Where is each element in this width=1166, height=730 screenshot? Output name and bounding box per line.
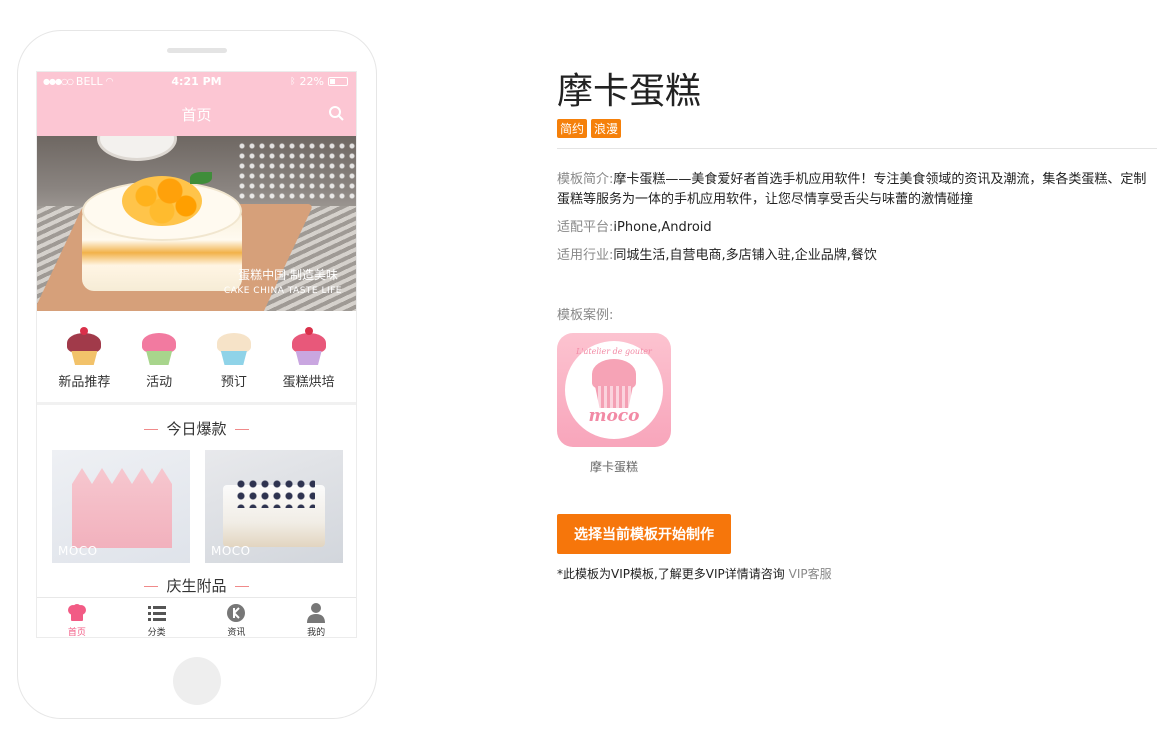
tab-news[interactable]: 资讯 — [197, 598, 277, 638]
product-card[interactable]: MOCO — [52, 450, 190, 563]
section-title-hot: 今日爆款 — [37, 418, 356, 439]
phone-mockup: ●●●○○ BELL ◠ 4:21 PM ᛒ 22% 首页 蛋糕中国·制造美味 … — [17, 30, 377, 719]
category-grid: 新品推荐 活动 预订 蛋糕烘培 — [37, 311, 356, 405]
logo-text: moco — [588, 406, 640, 426]
logo-arc-text: L'atelier de gouter — [576, 347, 652, 356]
cupcake-berry-icon — [291, 327, 326, 367]
template-title: 摩卡蛋糕 — [557, 71, 702, 112]
battery-icon — [328, 77, 348, 86]
battery-label: 22% — [299, 75, 324, 88]
tab-category[interactable]: 分类 — [117, 598, 197, 638]
tab-label: 资讯 — [227, 628, 246, 638]
case-name: 摩卡蛋糕 — [589, 460, 638, 474]
category-baking[interactable]: 蛋糕烘培 — [274, 311, 344, 402]
tag-badge: 浪漫 — [591, 119, 622, 138]
banner-caption-cn: 蛋糕中国·制造美味 — [238, 268, 338, 282]
template-platform: 适配平台:iPhone,Android — [557, 218, 712, 238]
cupcake-cherry-icon — [67, 327, 102, 367]
phone-screen: ●●●○○ BELL ◠ 4:21 PM ᛒ 22% 首页 蛋糕中国·制造美味 … — [36, 71, 357, 638]
category-label: 预订 — [220, 375, 247, 390]
divider — [557, 148, 1157, 149]
category-booking[interactable]: 预订 — [199, 311, 269, 402]
platform-label: 适配平台: — [557, 220, 614, 235]
banner-caption-en: CAKE CHINA TASTE LIFE — [223, 286, 342, 296]
category-label: 新品推荐 — [58, 375, 111, 390]
product-card[interactable]: MOCO — [205, 450, 343, 563]
start-template-button[interactable]: 选择当前模板开始制作 — [557, 514, 731, 554]
section-title-birthday: 庆生附品 — [37, 575, 356, 596]
phone-speaker — [167, 48, 227, 53]
app-navbar: 首页 — [37, 92, 356, 136]
case-app-icon[interactable]: L'atelier de gouter moco — [557, 333, 671, 447]
cupcake-pink-icon — [142, 329, 177, 367]
tab-label: 分类 — [147, 628, 166, 638]
industry-text: 同城生活,自营电商,多店铺入驻,企业品牌,餐饮 — [613, 248, 877, 263]
vip-note: *此模板为VIP模板,了解更多VIP详情请咨询 VIP客服 — [557, 565, 832, 582]
tab-home[interactable]: 首页 — [37, 598, 117, 638]
tab-bar: 首页 分类 资讯 我的 — [37, 597, 356, 638]
category-label: 活动 — [146, 375, 173, 390]
list-icon — [147, 603, 167, 623]
template-industry: 适用行业:同城生活,自营电商,多店铺入驻,企业品牌,餐饮 — [557, 246, 877, 266]
user-icon — [306, 603, 326, 623]
tag-list: 简约 浪漫 — [557, 119, 622, 138]
tab-label: 首页 — [67, 628, 86, 638]
banner-image[interactable]: 蛋糕中国·制造美味 CAKE CHINA TASTE LIFE — [37, 136, 356, 311]
tab-label: 我的 — [307, 628, 326, 638]
vip-service-link[interactable]: VIP客服 — [789, 567, 832, 581]
muffin-icon — [592, 359, 636, 389]
product-row: MOCO MOCO — [52, 450, 343, 563]
tab-profile[interactable]: 我的 — [276, 598, 356, 638]
cases-label: 模板案例: — [557, 308, 614, 323]
category-new[interactable]: 新品推荐 — [49, 311, 119, 402]
vip-note-text: *此模板为VIP模板,了解更多VIP详情请咨询 — [557, 567, 785, 581]
category-label: 蛋糕烘培 — [282, 375, 335, 390]
product-label: MOCO — [211, 544, 251, 558]
mango-cake-image — [82, 172, 242, 291]
phone-home-button — [173, 657, 221, 705]
platform-text: iPhone,Android — [613, 220, 712, 235]
news-icon — [226, 603, 246, 623]
category-events[interactable]: 活动 — [124, 311, 194, 402]
nav-title: 首页 — [181, 106, 212, 124]
home-chef-hat-icon — [67, 603, 87, 623]
cupcake-cream-icon — [216, 329, 251, 367]
search-icon[interactable] — [328, 105, 344, 121]
product-label: MOCO — [58, 544, 98, 558]
coffee-cup-image — [97, 136, 177, 161]
status-bar: ●●●○○ BELL ◠ 4:21 PM ᛒ 22% — [37, 72, 356, 92]
pink-cake-image — [72, 468, 172, 548]
intro-label: 模板简介: — [557, 172, 614, 187]
bluetooth-icon: ᛒ — [290, 76, 296, 87]
intro-text: 摩卡蛋糕——美食爱好者首选手机应用软件！专注美食领域的资讯及潮流，集各类蛋糕、定… — [557, 172, 1147, 207]
template-intro: 模板简介:摩卡蛋糕——美食爱好者首选手机应用软件！专注美食领域的资讯及潮流，集各… — [557, 170, 1157, 210]
tag-badge: 简约 — [557, 119, 588, 138]
industry-label: 适用行业: — [557, 248, 614, 263]
